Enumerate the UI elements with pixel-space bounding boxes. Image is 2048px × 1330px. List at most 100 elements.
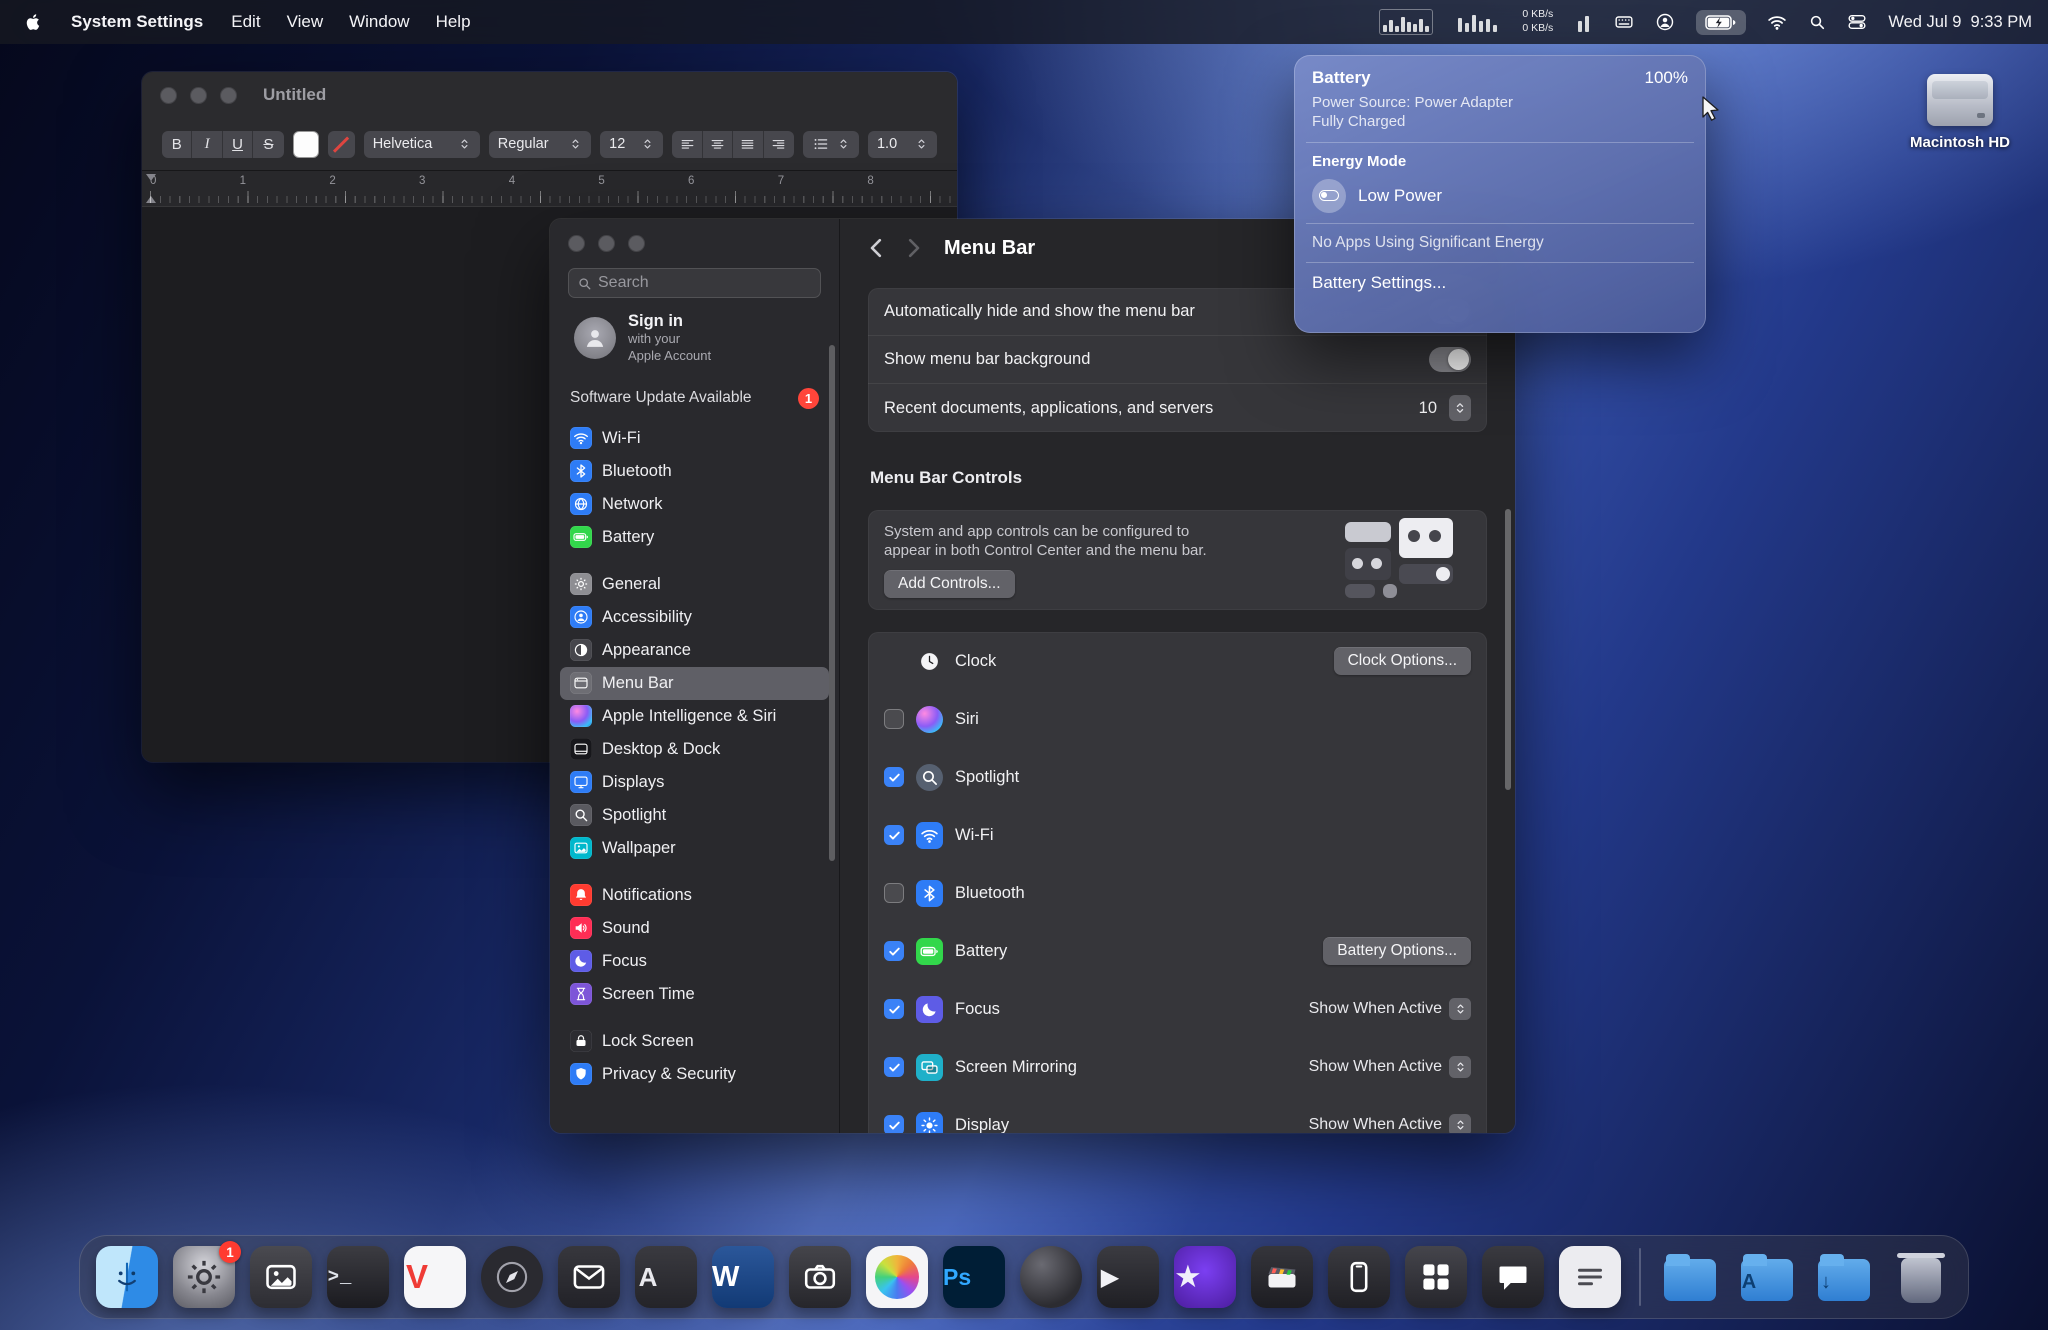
software-update-row[interactable]: Software Update Available 1 [560,381,829,416]
dock-iphone-mirroring[interactable] [1328,1246,1390,1308]
user-icon[interactable] [1655,12,1675,32]
options-button[interactable]: Clock Options... [1334,647,1471,675]
line-spacing-select[interactable]: 1.0 [868,131,937,158]
dock-screenshot[interactable] [789,1246,851,1308]
search-input[interactable] [598,274,812,292]
dock-photos[interactable] [866,1246,928,1308]
align-center-button[interactable] [703,131,733,158]
dock-photoshop[interactable]: Ps [943,1246,1005,1308]
sidebar-item-notifications[interactable]: Notifications [560,879,829,912]
dock-word[interactable]: W [712,1246,774,1308]
sidebar-item-battery[interactable]: Battery [560,521,829,554]
style-button[interactable]: U [223,131,253,158]
visibility-select[interactable]: Show When Active [1309,998,1471,1020]
menu-item[interactable]: Help [436,12,471,32]
sidebar-item-sound[interactable]: Sound [560,912,829,945]
style-button[interactable]: I [192,131,222,158]
dock-feedback-assistant[interactable] [1482,1246,1544,1308]
dock-launchpad[interactable] [1405,1246,1467,1308]
sign-in-row[interactable]: Sign in with your Apple Account [550,298,839,375]
sidebar-item-wifi[interactable]: Wi-Fi [560,422,829,455]
style-button[interactable]: S [253,131,283,158]
list-style-select[interactable] [803,131,859,158]
sidebar-item-network[interactable]: Network [560,488,829,521]
close-button[interactable] [160,87,177,104]
align-right-button[interactable] [764,131,794,158]
sidebar-item-wallpaper[interactable]: Wallpaper [560,832,829,865]
value-stepper[interactable] [1449,395,1471,421]
sidebar-item-bluetooth[interactable]: Bluetooth [560,455,829,488]
back-button[interactable] [864,235,890,261]
low-power-mode-item[interactable]: Low Power [1312,179,1688,213]
network-speed-widget[interactable]: 0 KB/s 0 KB/s [1522,8,1553,35]
font-family-select[interactable]: Helvetica [364,131,480,158]
minimize-button[interactable] [598,235,615,252]
content-scrollbar[interactable] [1505,509,1511,790]
menu-item[interactable]: View [287,12,324,32]
zoom-button[interactable] [628,235,645,252]
style-button[interactable]: B [162,131,192,158]
spotlight-icon[interactable] [1808,13,1826,31]
visibility-select[interactable]: Show When Active [1309,1056,1471,1078]
forward-button[interactable] [900,235,926,261]
dock-folder-documents[interactable] [1659,1246,1721,1308]
search-field[interactable] [568,268,821,298]
dock-trash[interactable] [1890,1246,1952,1308]
close-button[interactable] [568,235,585,252]
typeface-select[interactable]: Regular [489,131,591,158]
battery-menu-item[interactable] [1696,10,1746,35]
sidebar-item-lock-screen[interactable]: Lock Screen [560,1025,829,1058]
sidebar-item-accessibility[interactable]: Accessibility [560,601,829,634]
text-background-color-well[interactable] [293,131,320,158]
menu-item[interactable]: Edit [231,12,260,32]
text-color-button[interactable] [328,131,354,158]
apple-menu-icon[interactable] [24,11,43,33]
disk-activity-widget[interactable] [1574,9,1593,35]
dock-media-player[interactable]: ▶ [1097,1246,1159,1308]
toggle-switch[interactable] [1429,347,1471,372]
dock-app-store[interactable]: A [635,1246,697,1308]
control-checkbox[interactable] [884,941,904,961]
visibility-select[interactable]: Show When Active [1309,1114,1471,1133]
wifi-menu-icon[interactable] [1767,12,1787,32]
dock-image-app[interactable] [250,1246,312,1308]
sidebar-item-appearance[interactable]: Appearance [560,634,829,667]
dock-finder[interactable] [96,1246,158,1308]
indent-marker[interactable] [146,174,156,181]
desktop-icon-macintosh-hd[interactable]: Macintosh HD [1900,74,2020,151]
control-checkbox[interactable] [884,709,904,729]
sidebar-item-focus[interactable]: Focus [560,945,829,978]
battery-settings-item[interactable]: Battery Settings... [1312,273,1688,293]
dock-vivaldi[interactable]: V [404,1246,466,1308]
ruler[interactable]: 012345678 [142,171,957,207]
control-center-icon[interactable] [1847,12,1867,32]
dock-system-settings[interactable]: 1 [173,1246,235,1308]
dock-browser-compass[interactable] [481,1246,543,1308]
input-source-icon[interactable] [1614,12,1634,32]
align-left-button[interactable] [672,131,702,158]
minimize-button[interactable] [190,87,207,104]
sidebar-item-displays[interactable]: Displays [560,766,829,799]
control-checkbox[interactable] [884,825,904,845]
sidebar-item-menu-bar[interactable]: Menu Bar [560,667,829,700]
sidebar-item-privacy-security[interactable]: Privacy & Security [560,1058,829,1091]
cpu-graph-widget[interactable] [1379,9,1433,35]
zoom-button[interactable] [220,87,237,104]
sidebar-scrollbar[interactable] [829,345,835,861]
font-size-select[interactable]: 12 [600,131,663,158]
control-checkbox[interactable] [884,883,904,903]
sidebar-item-apple-intelligence-siri[interactable]: Apple Intelligence & Siri [560,700,829,733]
dock-folder-downloads[interactable]: ↓ [1813,1246,1875,1308]
menu-item[interactable]: Window [349,12,409,32]
sidebar-item-desktop-dock[interactable]: Desktop & Dock [560,733,829,766]
control-checkbox[interactable] [884,1057,904,1077]
control-checkbox[interactable] [884,767,904,787]
app-menu-title[interactable]: System Settings [71,12,203,32]
control-checkbox[interactable] [884,999,904,1019]
dock-folder-applications[interactable]: A [1736,1246,1798,1308]
options-button[interactable]: Battery Options... [1323,937,1471,965]
dock-terminal[interactable]: >_ [327,1246,389,1308]
sidebar-item-general[interactable]: General [560,568,829,601]
dock-mail[interactable] [558,1246,620,1308]
menu-bar-clock[interactable]: Wed Jul 9 9:33 PM [1888,13,2032,32]
